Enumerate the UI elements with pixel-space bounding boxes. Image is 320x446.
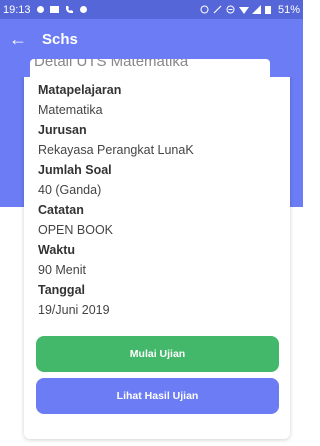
value-date: 19/Juni 2019 [38, 303, 110, 317]
battery-icon [264, 5, 274, 14]
status-time: 19:13 [3, 3, 31, 16]
label-subject: Matapelajaran [38, 83, 122, 97]
back-button[interactable]: ← [0, 19, 36, 59]
app-bar: ← Schs [0, 19, 303, 59]
value-subject: Matematika [38, 103, 103, 117]
do-not-disturb-icon [226, 5, 235, 14]
message-icon [49, 5, 59, 14]
notification-icon [36, 6, 44, 13]
view-results-button[interactable]: Lihat Hasil Ujian [36, 378, 279, 414]
app-title: Schs [42, 30, 78, 48]
value-notes: OPEN BOOK [38, 223, 114, 237]
alarm-icon [200, 5, 209, 14]
card-title-text: Detail UTS Matematika [34, 59, 189, 70]
label-time: Waktu [38, 243, 76, 257]
label-question-count: Jumlah Soal [38, 163, 112, 177]
value-major: Rekayasa Perangkat LunaK [38, 143, 194, 157]
start-exam-button[interactable]: Mulai Ujian [36, 336, 279, 372]
card-title: Detail UTS Matematika [30, 59, 270, 78]
label-major: Jurusan [38, 123, 87, 137]
label-date: Tanggal [38, 283, 85, 297]
status-bar: 19:13 51% [0, 0, 303, 19]
wifi-icon [238, 5, 249, 14]
detail-list: Matapelajaran Matematika Jurusan Rekayas… [38, 80, 288, 320]
label-notes: Catatan [38, 203, 84, 217]
arrow-left-icon: ← [9, 28, 27, 49]
battery-percent: 51% [277, 3, 300, 16]
value-time: 90 Menit [38, 263, 86, 277]
phone-icon [65, 5, 74, 14]
mute-icon [213, 5, 222, 14]
value-question-count: 40 (Ganda) [38, 183, 102, 197]
dot-icon [79, 6, 87, 13]
signal-icon [251, 5, 261, 14]
